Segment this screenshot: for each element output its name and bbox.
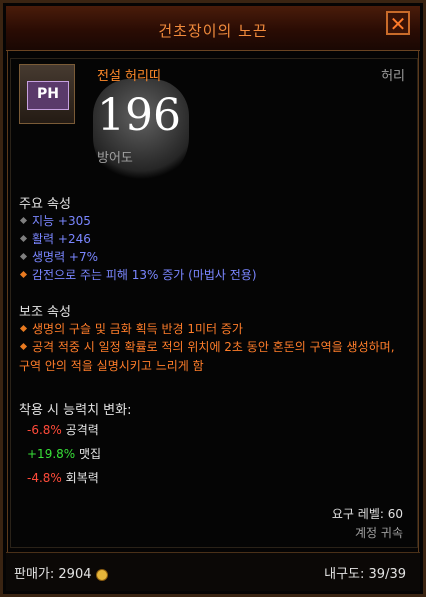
item-name: 건초장이의 노끈 xyxy=(158,22,268,40)
account-bound: 계정 귀속 xyxy=(355,526,403,540)
sell-price-label: 판매가: xyxy=(14,567,55,582)
stat-change-title: 착용 시 능력치 변화: xyxy=(19,403,132,418)
stat-change-row: -4.8% 회복력 xyxy=(27,469,99,486)
stat-change-value: -4.8% xyxy=(27,471,62,485)
armor-label: 방어도 xyxy=(97,151,133,166)
primary-prop-text: 감전으로 주는 피해 13% 증가 (마법사 전용) xyxy=(32,268,257,282)
stat-change-row: -6.8% 공격력 xyxy=(27,421,99,438)
durability-label: 내구도: xyxy=(324,567,365,582)
secondary-prop-text: 공격 적중 시 일정 확률로 적의 위치에 2초 동안 혼돈의 구역을 생성하며… xyxy=(19,340,395,373)
primary-prop-text: 생명력 +7% xyxy=(32,250,99,264)
secondary-prop-text: 생명의 구슬 및 금화 획득 반경 1미터 증가 xyxy=(32,322,243,336)
primary-prop: 활력 +246 xyxy=(19,230,91,247)
belt-icon-graphic: PH xyxy=(27,81,69,110)
secondary-title: 보조 속성 xyxy=(19,305,71,320)
stat-change-value: +19.8% xyxy=(27,447,76,461)
armor-value: 196 xyxy=(97,90,181,141)
belt-icon-label: PH xyxy=(37,86,59,102)
stat-change-label: 회복력 xyxy=(65,471,99,485)
item-slot: 허리 xyxy=(381,69,405,84)
primary-title: 주요 속성 xyxy=(19,197,71,212)
primary-prop-text: 지능 +305 xyxy=(32,214,91,228)
stat-change-label: 공격력 xyxy=(65,423,99,437)
durability-value: 39/39 xyxy=(368,567,406,582)
primary-prop: 생명력 +7% xyxy=(19,248,98,265)
stat-change-value: -6.8% xyxy=(27,423,62,437)
tooltip-footer: 판매가: 2904 내구도: 39/39 xyxy=(6,552,420,591)
required-level: 요구 레벨: 60 xyxy=(331,507,403,521)
gold-coin-icon xyxy=(95,568,108,581)
durability: 내구도: 39/39 xyxy=(324,563,406,582)
primary-prop-text: 활력 +246 xyxy=(32,232,91,246)
stat-change-label: 맷집 xyxy=(79,447,102,461)
tooltip-header: 건초장이의 노끈 ✕ xyxy=(6,6,420,51)
sell-price: 판매가: 2904 xyxy=(14,563,108,582)
stat-change-row: +19.8% 맷집 xyxy=(27,445,101,462)
primary-prop: 감전으로 주는 피해 13% 증가 (마법사 전용) xyxy=(19,266,257,283)
primary-prop: 지능 +305 xyxy=(19,212,91,229)
secondary-prop: 생명의 구슬 및 금화 획득 반경 1미터 증가 xyxy=(19,320,243,337)
tooltip-body: PH 전설 허리띠 허리 196 방어도 주요 속성 지능 +305 활력 +2… xyxy=(10,58,418,548)
close-icon[interactable]: ✕ xyxy=(386,11,410,35)
item-type: 전설 허리띠 xyxy=(97,69,161,84)
sell-price-value: 2904 xyxy=(58,567,92,582)
secondary-prop: 공격 적중 시 일정 확률로 적의 위치에 2초 동안 혼돈의 구역을 생성하며… xyxy=(19,338,399,376)
belt-icon: PH xyxy=(19,64,75,124)
